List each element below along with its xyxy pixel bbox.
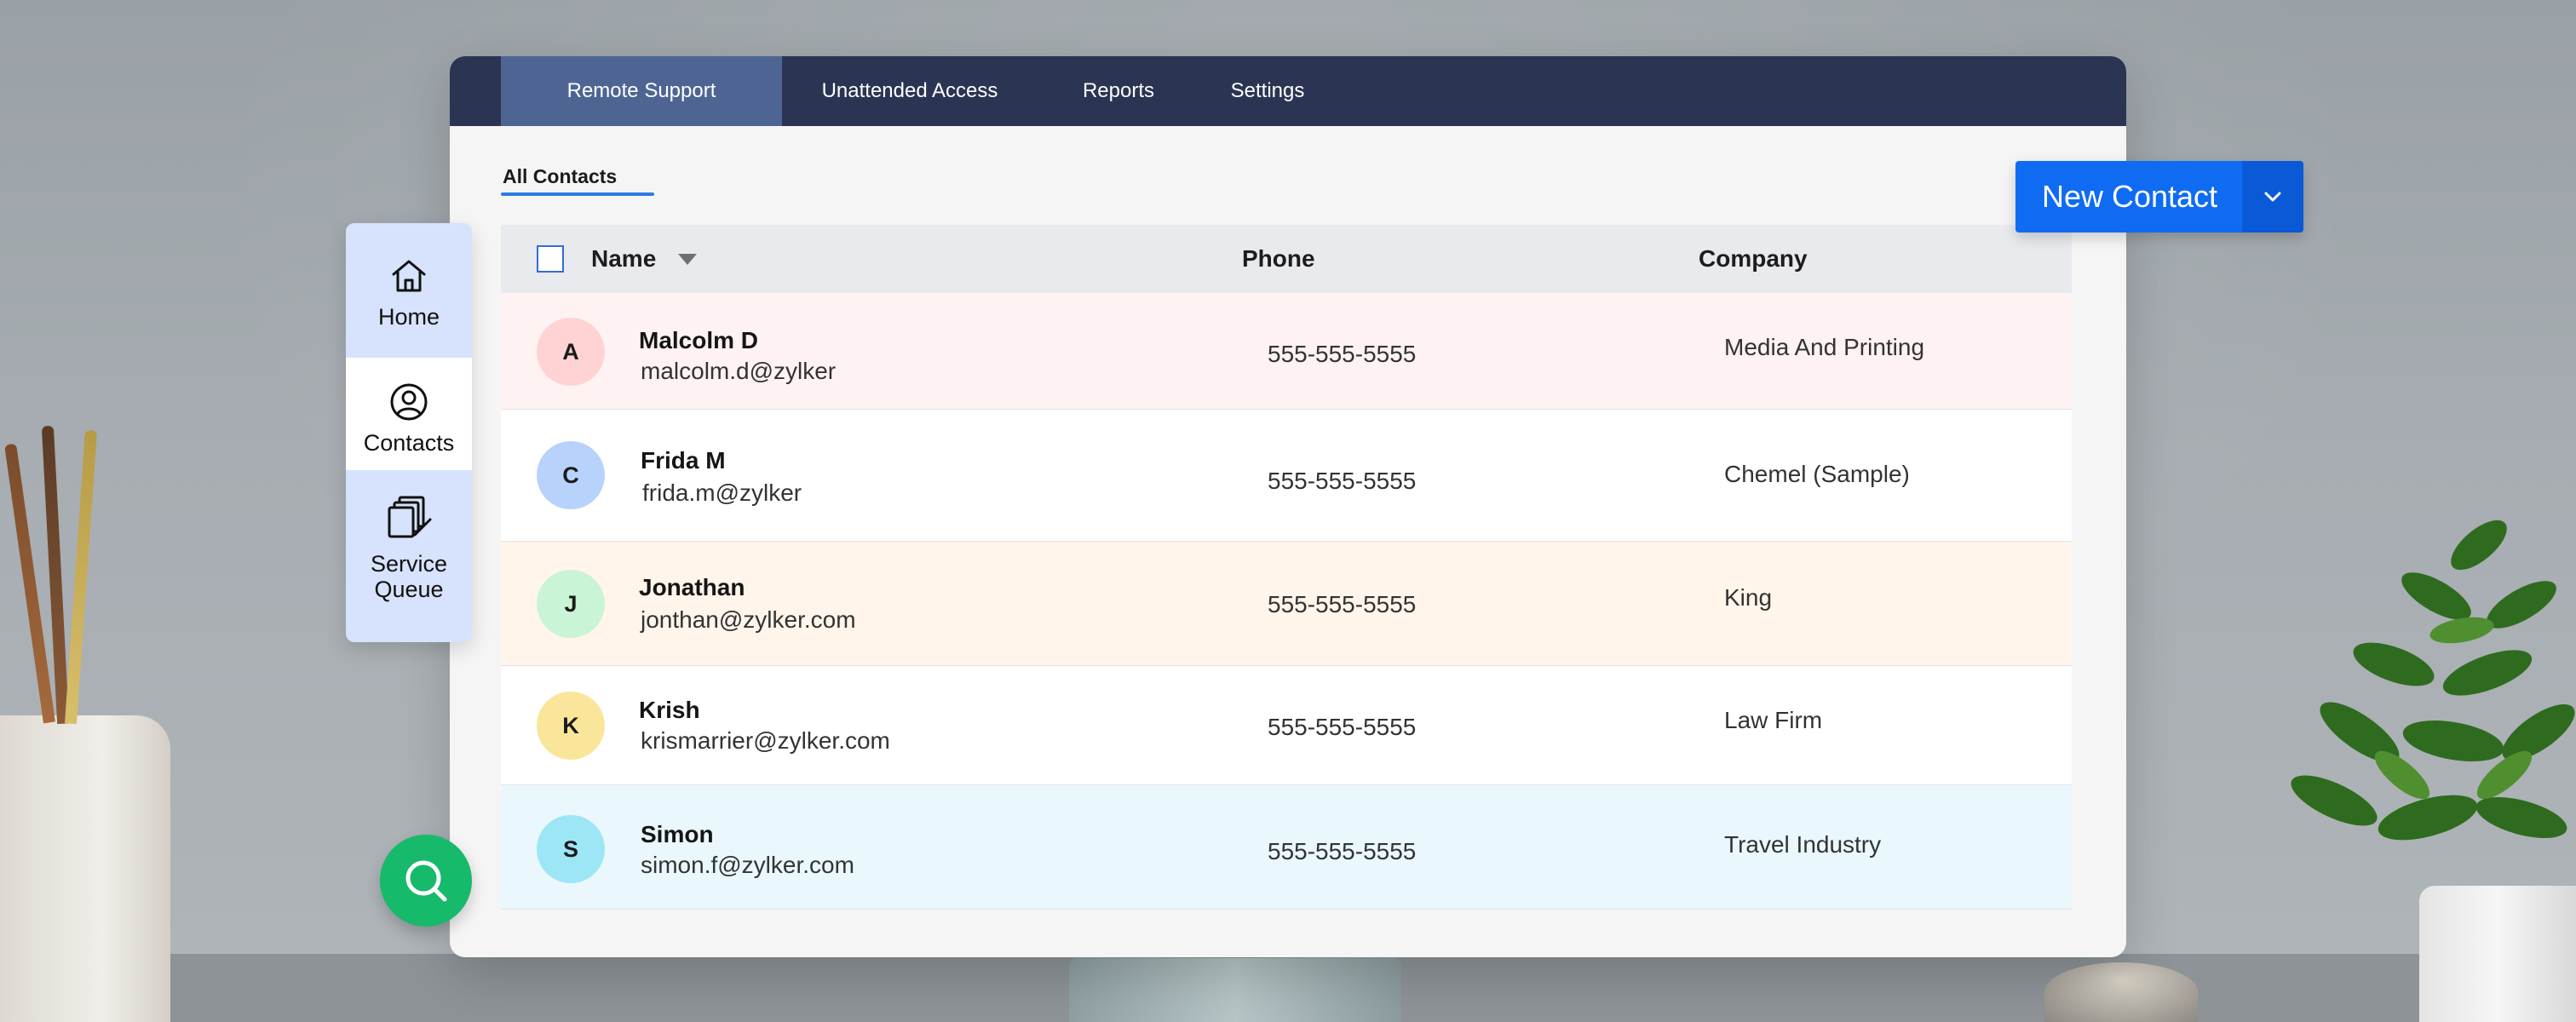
subtab-all-contacts[interactable]: All Contacts — [503, 165, 617, 188]
new-contact-button-group: New Contact — [2015, 161, 2303, 233]
contact-name: Malcolm D — [639, 327, 759, 353]
contact-icon — [390, 383, 428, 421]
background-lamp — [2044, 962, 2198, 1022]
contact-email: krismarrier@zylker.com — [641, 727, 890, 754]
contact-email: simon.f@zylker.com — [641, 852, 854, 878]
tab-reports[interactable]: Reports — [1072, 56, 1165, 126]
table-row[interactable]: C Frida M frida.m@zylker 555-555-5555 Ch… — [501, 410, 2072, 542]
column-header-name[interactable]: Name — [591, 225, 656, 293]
avatar: A — [537, 318, 605, 386]
contact-email: jonthan@zylker.com — [641, 606, 856, 633]
contact-phone: 555-555-5555 — [1268, 714, 1417, 740]
sidebar-item-label: Home — [377, 304, 440, 330]
contact-name: Krish — [639, 697, 700, 723]
new-contact-button[interactable]: New Contact — [2015, 161, 2244, 233]
search-icon — [405, 860, 447, 902]
contact-company: Law Firm — [1724, 707, 1823, 733]
tab-remote-support[interactable]: Remote Support — [501, 56, 782, 126]
sidebar-item-label: Service — [370, 551, 448, 577]
contact-name: Simon — [641, 821, 714, 847]
contact-email: frida.m@zylker — [642, 479, 802, 506]
monitor-stand — [1069, 958, 1401, 1022]
search-button[interactable] — [380, 835, 472, 927]
contact-phone: 555-555-5555 — [1268, 591, 1417, 617]
contact-email: malcolm.d@zylker — [641, 358, 837, 384]
avatar: K — [537, 692, 605, 760]
contact-phone: 555-555-5555 — [1268, 468, 1417, 494]
contact-company: Media And Printing — [1724, 334, 1925, 360]
table-header: Name Phone Company — [501, 225, 2072, 293]
table-row[interactable]: A Malcolm D malcolm.d@zylker 555-555-555… — [501, 293, 2072, 410]
service-queue-icon — [388, 496, 432, 538]
pencil-holder — [0, 715, 170, 1022]
contact-name: Frida M — [641, 447, 726, 474]
app-window: Remote Support Unattended Access Reports… — [450, 56, 2126, 957]
sidebar-item-service-queue[interactable]: Service Queue — [346, 470, 472, 642]
sidebar-item-contacts[interactable]: Contacts — [346, 358, 472, 470]
column-header-company: Company — [1699, 245, 1808, 272]
contact-company: King — [1724, 584, 1773, 611]
plant-pot — [2419, 886, 2576, 1022]
table-row[interactable]: K Krish krismarrier@zylker.com 555-555-5… — [501, 666, 2072, 785]
contact-company: Chemel (Sample) — [1724, 461, 1910, 487]
contact-name: Jonathan — [639, 574, 745, 600]
active-subtab-indicator — [501, 192, 654, 196]
side-navigation: Home Contacts Service Queue — [346, 223, 472, 642]
tab-unattended-access[interactable]: Unattended Access — [808, 56, 1012, 126]
column-header-phone: Phone — [1242, 245, 1315, 272]
plant-leaves — [2291, 520, 2575, 841]
home-icon — [392, 260, 426, 292]
sidebar-item-label: Queue — [374, 577, 444, 602]
select-all-checkbox[interactable] — [537, 245, 564, 273]
sidebar-item-label: Contacts — [363, 430, 455, 456]
contact-phone: 555-555-5555 — [1268, 838, 1417, 864]
tab-settings[interactable]: Settings — [1216, 56, 1319, 126]
sort-caret-icon[interactable] — [678, 254, 697, 265]
sidebar-item-home[interactable]: Home — [346, 223, 472, 358]
contacts-table: Name Phone Company A Malcolm D malcolm.d… — [501, 225, 2072, 910]
new-contact-dropdown-button[interactable] — [2242, 161, 2303, 233]
contact-company: Travel Industry — [1724, 831, 1882, 858]
top-navigation: Remote Support Unattended Access Reports… — [450, 56, 2126, 126]
avatar: J — [537, 570, 605, 638]
table-row[interactable]: J Jonathan jonthan@zylker.com 555-555-55… — [501, 542, 2072, 666]
table-row[interactable]: S Simon simon.f@zylker.com 555-555-5555 … — [501, 785, 2072, 910]
avatar: C — [537, 441, 605, 509]
contact-phone: 555-555-5555 — [1268, 341, 1417, 367]
avatar: S — [537, 815, 605, 883]
chevron-down-icon — [2264, 192, 2281, 202]
